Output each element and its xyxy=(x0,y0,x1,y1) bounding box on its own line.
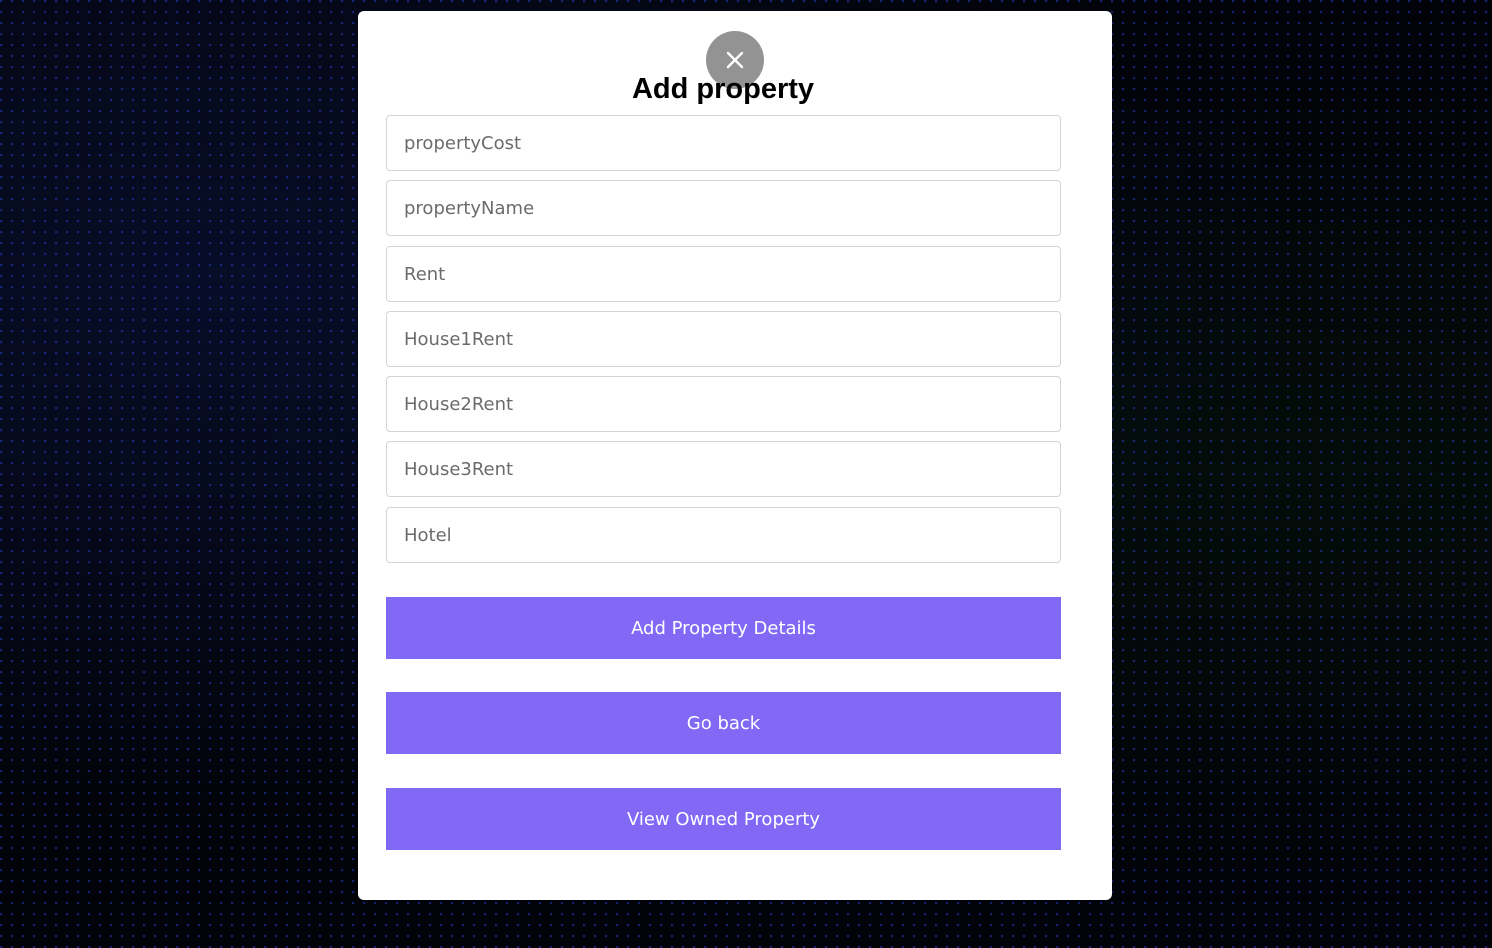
property-cost-input[interactable] xyxy=(386,115,1061,171)
view-owned-property-button[interactable]: View Owned Property xyxy=(386,788,1061,850)
add-property-details-button[interactable]: Add Property Details xyxy=(386,597,1061,659)
house3-rent-input[interactable] xyxy=(386,441,1061,497)
rent-input[interactable] xyxy=(386,246,1061,302)
hotel-input[interactable] xyxy=(386,507,1061,563)
property-name-input[interactable] xyxy=(386,180,1061,236)
house2-rent-input[interactable] xyxy=(386,376,1061,432)
go-back-button[interactable]: Go back xyxy=(386,692,1061,754)
modal-title: Add property xyxy=(631,73,815,105)
house1-rent-input[interactable] xyxy=(386,311,1061,367)
close-icon xyxy=(726,51,744,69)
add-property-modal: Add property Add Property Details Go bac… xyxy=(358,11,1112,900)
